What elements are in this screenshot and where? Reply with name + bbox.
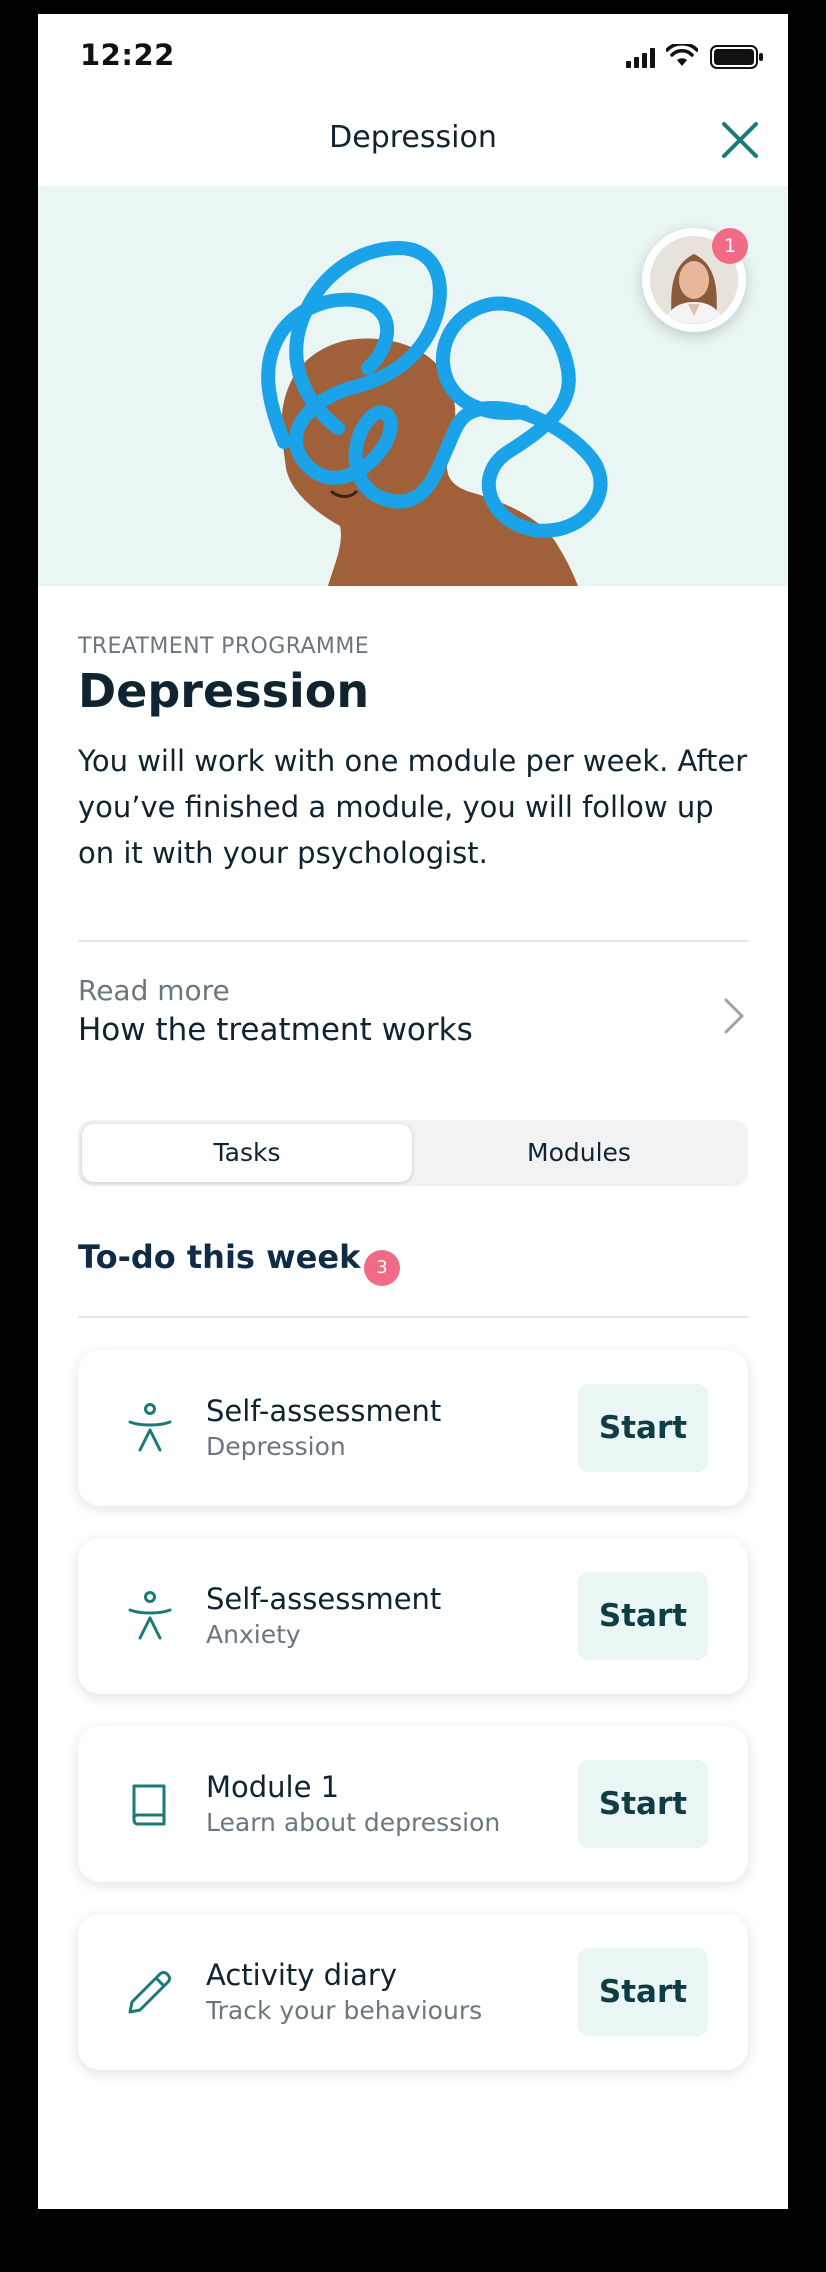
status-time: 12:22 bbox=[80, 38, 175, 72]
status-bar: 12:22 bbox=[38, 14, 788, 94]
hero-illustration: 1 bbox=[38, 186, 788, 586]
task-subtitle: Learn about depression bbox=[206, 1808, 501, 1837]
task-title: Self-assessment bbox=[206, 1394, 442, 1428]
book-icon bbox=[132, 1784, 166, 1826]
close-icon[interactable] bbox=[716, 116, 764, 164]
start-button[interactable]: Start bbox=[578, 1384, 708, 1472]
pencil-icon bbox=[128, 1971, 171, 2014]
divider bbox=[78, 940, 748, 942]
battery-icon bbox=[710, 45, 763, 69]
app-screen: 12:22 Depression 1 TREATMENT PROGRAMME D… bbox=[38, 14, 788, 2209]
task-card[interactable]: Self-assessment Anxiety Start bbox=[78, 1538, 748, 1694]
person-icon bbox=[128, 1591, 172, 1640]
programme-title: Depression bbox=[78, 664, 370, 718]
start-button[interactable]: Start bbox=[578, 1572, 708, 1660]
task-card[interactable]: Self-assessment Depression Start bbox=[78, 1350, 748, 1506]
avatar-notification-badge: 1 bbox=[712, 228, 748, 264]
programme-description: You will work with one module per week. … bbox=[78, 744, 748, 870]
page-title: Depression bbox=[329, 120, 497, 155]
wifi-icon bbox=[666, 44, 698, 66]
read-more-title: How the treatment works bbox=[78, 1012, 473, 1048]
cellular-signal-icon bbox=[626, 48, 655, 68]
task-card[interactable]: Module 1 Learn about depression Start bbox=[78, 1726, 748, 1882]
read-more-label: Read more bbox=[78, 974, 230, 1007]
task-title: Self-assessment bbox=[206, 1582, 442, 1616]
task-title: Activity diary bbox=[206, 1958, 397, 1992]
read-more-link[interactable]: Read more How the treatment works bbox=[78, 952, 748, 1052]
divider bbox=[78, 1316, 748, 1318]
nav-header: Depression bbox=[38, 94, 788, 186]
tab-modules[interactable]: Modules bbox=[414, 1124, 744, 1182]
todo-section-title: To-do this week bbox=[78, 1238, 361, 1276]
todo-count-badge: 3 bbox=[364, 1250, 400, 1286]
task-subtitle: Depression bbox=[206, 1432, 346, 1461]
task-subtitle: Track your behaviours bbox=[206, 1996, 483, 2025]
tab-tasks[interactable]: Tasks bbox=[82, 1124, 412, 1182]
start-button[interactable]: Start bbox=[578, 1760, 708, 1848]
task-subtitle: Anxiety bbox=[206, 1620, 301, 1649]
task-title: Module 1 bbox=[206, 1770, 340, 1804]
programme-eyebrow: TREATMENT PROGRAMME bbox=[78, 634, 370, 659]
psychologist-avatar[interactable]: 1 bbox=[642, 228, 748, 332]
task-card[interactable]: Activity diary Track your behaviours Sta… bbox=[78, 1914, 748, 2070]
start-button[interactable]: Start bbox=[578, 1948, 708, 2036]
tasks-modules-toggle: Tasks Modules bbox=[78, 1120, 748, 1186]
chevron-right-icon bbox=[724, 998, 744, 1034]
person-icon bbox=[128, 1403, 172, 1452]
